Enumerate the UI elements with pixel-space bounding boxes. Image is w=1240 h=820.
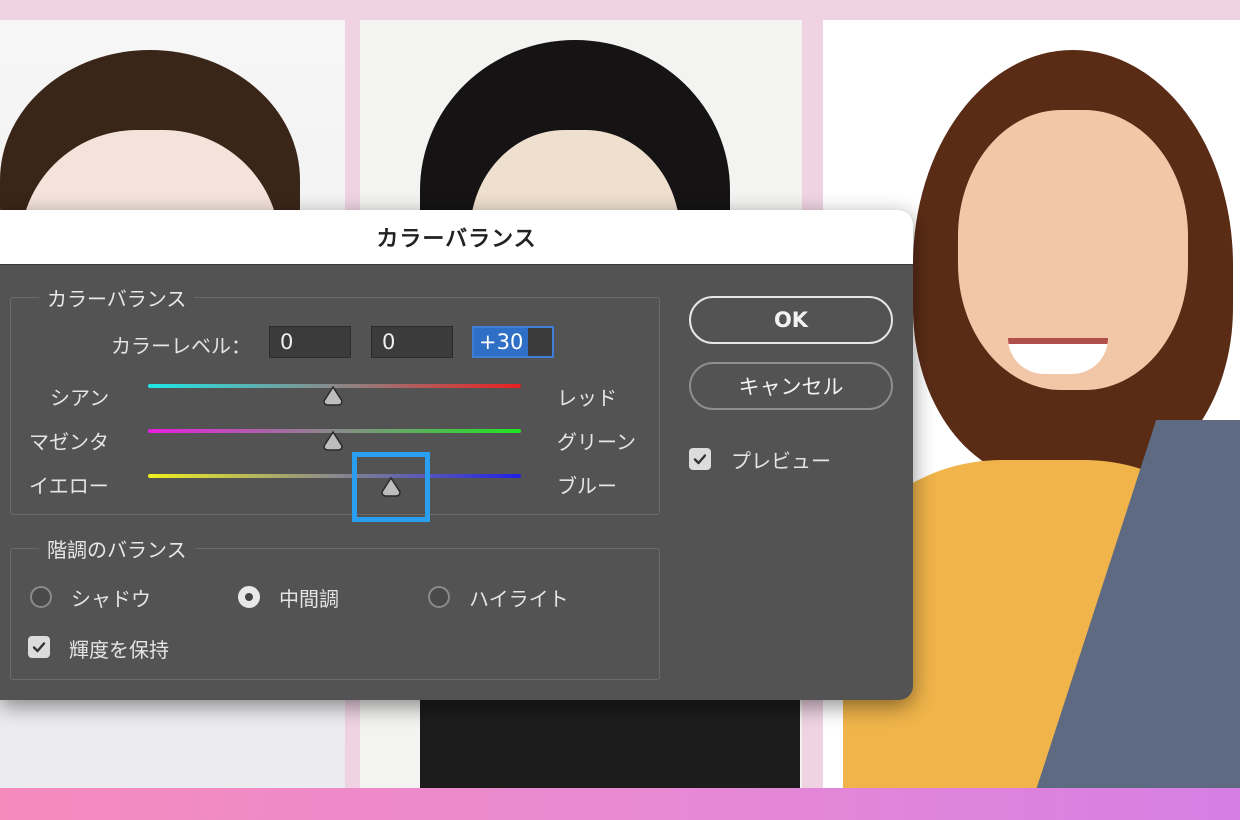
color-levels-label: カラーレベル： bbox=[111, 334, 251, 358]
ok-button[interactable]: OK bbox=[689, 296, 893, 344]
color-balance-group: カラーバランス カラーレベル： 0 0 +30 シアン レッド マゼンタ グリー… bbox=[10, 283, 660, 522]
cancel-button[interactable]: キャンセル bbox=[689, 362, 893, 410]
midtones-label: 中間調 bbox=[279, 587, 339, 611]
preview-checkbox[interactable] bbox=[689, 448, 711, 470]
preview-label: プレビュー bbox=[731, 449, 831, 473]
highlights-radio[interactable] bbox=[428, 586, 450, 608]
bottom-gradient-bar bbox=[0, 788, 1240, 820]
checkmark-icon bbox=[32, 642, 46, 653]
slider-blue-label: ブルー bbox=[557, 474, 617, 498]
color-balance-group-label: カラーバランス bbox=[39, 283, 195, 312]
tone-balance-group-label: 階調のバランス bbox=[39, 534, 195, 563]
midtones-radio[interactable] bbox=[238, 586, 260, 608]
preserve-luminosity-checkbox[interactable] bbox=[28, 636, 50, 658]
slider-red-label: レッド bbox=[557, 386, 617, 410]
dialog-title: カラーバランス bbox=[376, 227, 537, 252]
shadows-label: シャドウ bbox=[71, 587, 151, 611]
highlights-label: ハイライト bbox=[469, 587, 569, 611]
tone-balance-group: 階調のバランス シャドウ 中間調 ハイライト 輝度を保持 bbox=[10, 534, 660, 680]
color-balance-dialog: カラーバランス カラーバランス カラーレベル： 0 0 +30 シアン レッド … bbox=[0, 210, 913, 700]
shadows-radio[interactable] bbox=[30, 586, 52, 608]
slider-cyan-label: シアン bbox=[50, 386, 110, 410]
slider-green-label: グリーン bbox=[557, 430, 636, 454]
checkmark-icon bbox=[693, 454, 707, 465]
yellow-blue-slider-thumb[interactable] bbox=[380, 476, 402, 498]
color-level-cyan-red-field[interactable]: 0 bbox=[269, 326, 351, 358]
preserve-luminosity-label: 輝度を保持 bbox=[69, 638, 169, 662]
color-level-yellow-blue-field[interactable]: +30 bbox=[472, 326, 554, 358]
slider-magenta-label: マゼンタ bbox=[29, 430, 109, 454]
selected-text: +30 bbox=[474, 328, 529, 356]
magenta-green-slider-thumb[interactable] bbox=[322, 430, 344, 452]
color-level-magenta-green-field[interactable]: 0 bbox=[371, 326, 453, 358]
yellow-blue-slider-track[interactable] bbox=[148, 474, 521, 478]
cyan-red-slider-thumb[interactable] bbox=[322, 385, 344, 407]
slider-yellow-label: イエロー bbox=[29, 474, 109, 498]
dialog-titlebar[interactable]: カラーバランス bbox=[0, 210, 913, 265]
